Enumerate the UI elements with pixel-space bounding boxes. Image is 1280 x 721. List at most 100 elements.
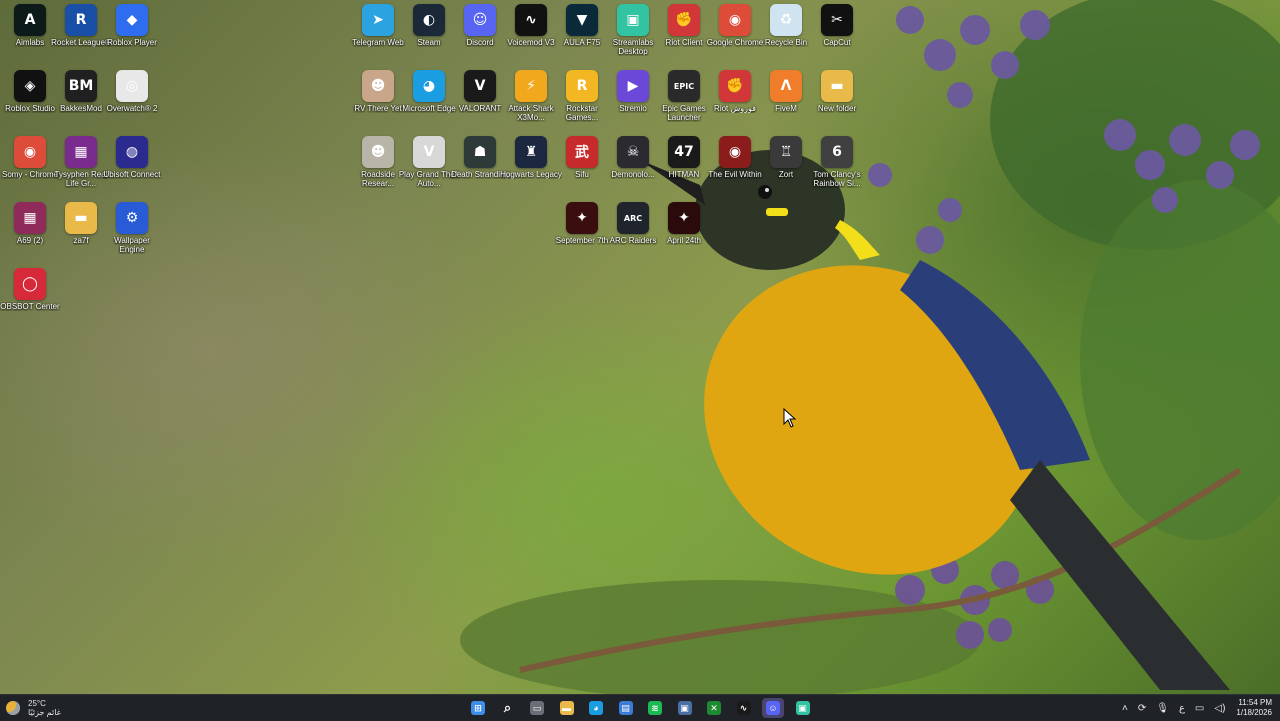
desktop-shortcut-label: Tom Clancy's Rainbow Si... xyxy=(813,170,861,188)
taskbar-streamlabs[interactable]: ▣ xyxy=(792,698,814,718)
desktop-shortcut-label: Overwatch® 2 xyxy=(106,104,158,113)
desktop-shortcut[interactable]: ◆ Roblox Player xyxy=(107,4,157,68)
desktop-shortcut[interactable]: ◕ Microsoft Edge xyxy=(402,70,456,134)
taskbar-xbox[interactable]: ✕ xyxy=(703,698,725,718)
desktop-shortcut[interactable]: ☻ RV There Yet xyxy=(353,70,403,134)
gta-icon: V xyxy=(413,136,445,168)
weather-temperature: 25°C xyxy=(28,699,46,708)
desktop-shortcut[interactable]: ♜ Hogwarts Legacy xyxy=(500,136,562,200)
desktop-shortcut[interactable]: ▣ Streamlabs Desktop xyxy=(608,4,658,68)
taskbar-voicemod[interactable]: ∿ xyxy=(733,698,755,718)
desktop-shortcut[interactable]: R Rockstar Games... xyxy=(557,70,607,134)
recycle-bin-icon: ♻ xyxy=(770,4,802,36)
death-stranding-icon: ☗ xyxy=(464,136,496,168)
desktop-shortcut[interactable]: ✊ Riot فوروش xyxy=(710,70,760,134)
desktop-shortcut[interactable]: ◉ Somy - Chrome xyxy=(2,136,58,200)
desktop-shortcut[interactable]: ▬ za7f xyxy=(56,202,106,266)
desktop-shortcut[interactable]: BM BakkesMod xyxy=(56,70,106,134)
desktop-shortcut[interactable]: V Play Grand Theft Auto... xyxy=(399,136,459,200)
roadside-icon: ☻ xyxy=(362,136,394,168)
desktop-shortcut[interactable]: A Aimlabs xyxy=(5,4,55,68)
chevron-up-icon[interactable]: ˄ xyxy=(1122,703,1128,714)
app-window-icon: ▣ xyxy=(677,701,692,715)
desktop-shortcut[interactable]: ◎ Overwatch® 2 xyxy=(107,70,157,134)
capcut-icon: ✂ xyxy=(821,4,853,36)
desktop-shortcut[interactable]: ◯ OBSBOT Center xyxy=(0,268,60,332)
taskbar-search[interactable]: ⌕ xyxy=(497,698,519,718)
desktop-shortcut[interactable]: V VALORANT xyxy=(455,70,505,134)
taskbar-spotify[interactable]: ≋ xyxy=(644,698,666,718)
roblox-studio-icon: ◈ xyxy=(14,70,46,102)
desktop-shortcut[interactable]: ◐ Steam xyxy=(404,4,454,68)
network-icon[interactable]: ▭ xyxy=(1195,703,1204,714)
valorant-icon: V xyxy=(464,70,496,102)
desktop-shortcut[interactable]: Λ FiveM xyxy=(761,70,811,134)
desktop-shortcut[interactable]: ▦ Tysyphen Real Life Gr... xyxy=(55,136,107,200)
microphone-icon[interactable]: 🎙︎ xyxy=(1156,703,1169,714)
desktop-shortcut[interactable]: ✊ Riot Client xyxy=(659,4,709,68)
desktop-shortcut[interactable]: ✦ April 24th xyxy=(659,202,709,266)
desktop-shortcut-label: Wallpaper Engine xyxy=(114,236,150,254)
weather-description: غائم جزئيًا xyxy=(28,708,61,717)
overwatch-icon: ◎ xyxy=(116,70,148,102)
desktop-shortcut[interactable]: ♖ Zort xyxy=(761,136,811,200)
desktop-shortcut[interactable]: R Rocket League® xyxy=(51,4,111,68)
clock[interactable]: 11:54 PM 1/18/2026 xyxy=(1236,698,1272,718)
desktop-shortcut[interactable]: ◉ Google Chrome xyxy=(707,4,763,68)
desktop-shortcut[interactable]: ☺ Discord xyxy=(455,4,505,68)
desktop-shortcut[interactable]: 武 Sifu xyxy=(557,136,607,200)
desktop-shortcut[interactable]: 47 HITMAN xyxy=(659,136,709,200)
arc-raiders-icon: ARC xyxy=(617,202,649,234)
spotify-icon: ≋ xyxy=(648,701,662,715)
system-tray: ˄ ⟳ 🎙︎ ع ▭ ◁) 11:54 PM 1/18/2026 xyxy=(1117,695,1280,721)
evil-within-icon: ◉ xyxy=(719,136,751,168)
streamlabs-icon: ▣ xyxy=(795,701,810,715)
taskbar-edge[interactable]: ◕ xyxy=(585,698,607,718)
desktop-shortcut[interactable]: 6 Tom Clancy's Rainbow Si... xyxy=(812,136,862,200)
desktop-shortcut[interactable]: ⚡ Attack Shark X3Mo... xyxy=(506,70,556,134)
desktop-shortcut[interactable]: ☗ Death Stranding xyxy=(451,136,509,200)
april-24th-icon: ✦ xyxy=(668,202,700,234)
start-button[interactable]: ⊞ xyxy=(467,698,489,718)
xbox-icon: ✕ xyxy=(707,701,721,715)
desktop-shortcut[interactable]: ➤ Telegram Web xyxy=(352,4,404,68)
folder-icon: ▬ xyxy=(821,70,853,102)
desktop-shortcut[interactable]: ⚙ Wallpaper Engine xyxy=(107,202,157,266)
desktop-shortcut[interactable]: ∿ Voicemod V3 xyxy=(506,4,556,68)
taskbar-app[interactable]: ▣ xyxy=(674,698,696,718)
discord-icon: ☺ xyxy=(766,701,780,715)
desktop-shortcut[interactable]: ☠ Demonolo... xyxy=(608,136,658,200)
taskbar: 25°C غائم جزئيًا ⊞ ⌕ ▭ ▬ ◕ ▤ ≋ ▣ ✕ ∿ ☺ ▣ ˄ ⟳ 🎙︎ ع ▭… xyxy=(0,694,1280,721)
winrar-icon: ▦ xyxy=(65,136,97,168)
taskbar-store[interactable]: ▤ xyxy=(615,698,637,718)
clock-time: 11:54 PM xyxy=(1238,698,1272,707)
desktop-shortcut[interactable]: ✂ CapCut xyxy=(812,4,862,68)
desktop-shortcut[interactable]: ▼ AULA F75 xyxy=(557,4,607,68)
desktop-shortcut[interactable]: ◉ The Evil Within xyxy=(708,136,762,200)
input-language[interactable]: ع xyxy=(1179,703,1185,714)
attack-shark-icon: ⚡ xyxy=(515,70,547,102)
desktop-shortcut[interactable]: EPIC Epic Games Launcher xyxy=(659,70,709,134)
sync-icon[interactable]: ⟳ xyxy=(1138,703,1146,714)
aula-icon: ▼ xyxy=(566,4,598,36)
desktop-shortcut[interactable]: ☻ Roadside Resear... xyxy=(353,136,403,200)
desktop-shortcut[interactable]: ◍ Ubisoft Connect xyxy=(104,136,160,200)
taskbar-file-explorer[interactable]: ▬ xyxy=(556,698,578,718)
desktop-shortcut[interactable]: ♻ Recycle Bin xyxy=(761,4,811,68)
desktop-shortcut[interactable]: ARC ARC Raiders xyxy=(608,202,658,266)
desktop-shortcut[interactable]: ✦ September 7th xyxy=(556,202,608,266)
chrome-icon: ◉ xyxy=(719,4,751,36)
taskbar-task-view[interactable]: ▭ xyxy=(526,698,548,718)
weather-widget[interactable]: 25°C غائم جزئيًا xyxy=(6,698,61,718)
streamlabs-icon: ▣ xyxy=(617,4,649,36)
discord-icon: ☺ xyxy=(464,4,496,36)
wallpaper-engine-icon: ⚙ xyxy=(116,202,148,234)
roblox-icon: ◆ xyxy=(116,4,148,36)
desktop-shortcut[interactable]: ◈ Roblox Studio xyxy=(5,70,55,134)
voicemod-icon: ∿ xyxy=(515,4,547,36)
taskbar-discord[interactable]: ☺ xyxy=(762,698,784,718)
volume-icon[interactable]: ◁) xyxy=(1214,703,1225,714)
desktop-shortcut[interactable]: ▶ Stremio xyxy=(608,70,658,134)
desktop-shortcut[interactable]: ▬ New folder xyxy=(812,70,862,134)
desktop-shortcut[interactable]: ▦ A69 (2) xyxy=(5,202,55,266)
